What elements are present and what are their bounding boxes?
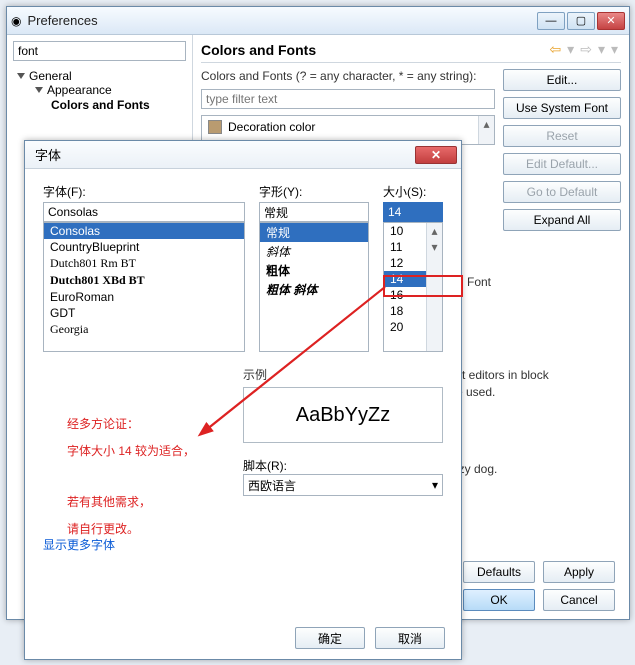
restore-defaults-button[interactable]: Defaults [463, 561, 535, 583]
menu-icon[interactable]: ▾ [608, 41, 621, 58]
minimize-button[interactable]: — [537, 12, 565, 30]
close-button[interactable]: ✕ [597, 12, 625, 30]
edit-button[interactable]: Edit... [503, 69, 621, 91]
nav-forward-icon[interactable]: ⇨ [577, 41, 595, 58]
maximize-button[interactable]: ▢ [567, 12, 595, 30]
list-item[interactable]: Dutch801 Rm BT [44, 255, 244, 272]
color-swatch-icon [208, 120, 222, 134]
close-button[interactable]: ✕ [415, 146, 457, 164]
size-label: 大小(S): [383, 183, 443, 200]
tree-node-appearance[interactable]: Appearance [31, 83, 186, 97]
list-item[interactable]: GDT [44, 305, 244, 321]
annotation-highlight-box [383, 275, 463, 297]
font-label: 字体(F): [43, 183, 245, 200]
scrollbar[interactable]: ▴ [478, 116, 494, 144]
annotation-text: 经多方论证： 字体大小 14 较为适合， [67, 409, 247, 463]
list-item[interactable]: Dutch801 XBd BT [44, 272, 244, 289]
list-item[interactable]: EuroRoman [44, 289, 244, 305]
dropdown-icon[interactable]: ▾ [595, 41, 608, 58]
style-listbox[interactable]: 常规 斜体 粗体 粗体 斜体 [259, 222, 369, 352]
script-value: 西欧语言 [248, 477, 296, 494]
size-input[interactable]: 14 [383, 202, 443, 222]
style-input[interactable] [259, 202, 369, 222]
list-item-label: Decoration color [228, 120, 315, 134]
list-item[interactable]: 粗体 斜体 [260, 280, 368, 299]
tree-node-colors-fonts[interactable]: Colors and Fonts [49, 97, 186, 113]
preview-label: 示例 [243, 366, 443, 383]
cancel-button[interactable]: Cancel [543, 589, 615, 611]
description-text: xt editors in blocke used. izy dog. [456, 367, 611, 477]
script-label: 脚本(R): [243, 457, 443, 474]
expand-icon [35, 87, 43, 93]
cancel-button[interactable]: 取消 [375, 627, 445, 649]
apply-button[interactable]: Apply [543, 561, 615, 583]
dialog-title: 字体 [29, 145, 61, 164]
tree-node-general[interactable]: General [13, 69, 186, 83]
preferences-tree[interactable]: General Appearance Colors and Fonts [13, 69, 186, 113]
style-label: 字形(Y): [259, 183, 369, 200]
list-item[interactable]: CountryBlueprint [44, 239, 244, 255]
dropdown-icon[interactable]: ▾ [564, 41, 577, 58]
use-system-font-button[interactable]: Use System Font [503, 97, 621, 119]
ok-button[interactable]: OK [463, 589, 535, 611]
font-listbox[interactable]: Consolas CountryBlueprint Dutch801 Rm BT… [43, 222, 245, 352]
list-item[interactable]: 斜体 [260, 242, 368, 261]
go-to-default-button[interactable]: Go to Default [503, 181, 621, 203]
window-title: Preferences [21, 13, 535, 28]
list-item[interactable]: 常规 [260, 223, 368, 242]
section-title: Colors and Fonts [201, 42, 546, 58]
edit-default-button[interactable]: Edit Default... [503, 153, 621, 175]
list-item[interactable]: 粗体 [260, 261, 368, 280]
preview-box: AaBbYyZz [243, 387, 443, 443]
font-dialog: 字体 ✕ 字体(F): Consolas CountryBlueprint Du… [24, 140, 462, 660]
expand-all-button[interactable]: Expand All [503, 209, 621, 231]
chevron-down-icon: ▾ [432, 478, 438, 492]
hint-text: Colors and Fonts (? = any character, * =… [201, 69, 495, 83]
font-input[interactable] [43, 202, 245, 222]
list-item[interactable]: Consolas [44, 223, 244, 239]
expand-icon [17, 73, 25, 79]
preferences-titlebar[interactable]: ◉ Preferences — ▢ ✕ [7, 7, 629, 35]
cutoff-font-label: Font [467, 275, 491, 289]
script-combo[interactable]: 西欧语言 ▾ [243, 474, 443, 496]
tree-filter-input[interactable] [13, 41, 186, 61]
type-filter-input[interactable] [201, 89, 495, 109]
list-item[interactable]: Georgia [44, 321, 244, 338]
list-item[interactable]: Decoration color [202, 116, 494, 138]
nav-back-icon[interactable]: ⇦ [546, 41, 564, 58]
reset-button[interactable]: Reset [503, 125, 621, 147]
annotation-text: 若有其他需求， 请自行更改。 [67, 487, 247, 541]
ok-button[interactable]: 确定 [295, 627, 365, 649]
app-icon: ◉ [11, 14, 21, 28]
font-dialog-titlebar[interactable]: 字体 ✕ [25, 141, 461, 169]
